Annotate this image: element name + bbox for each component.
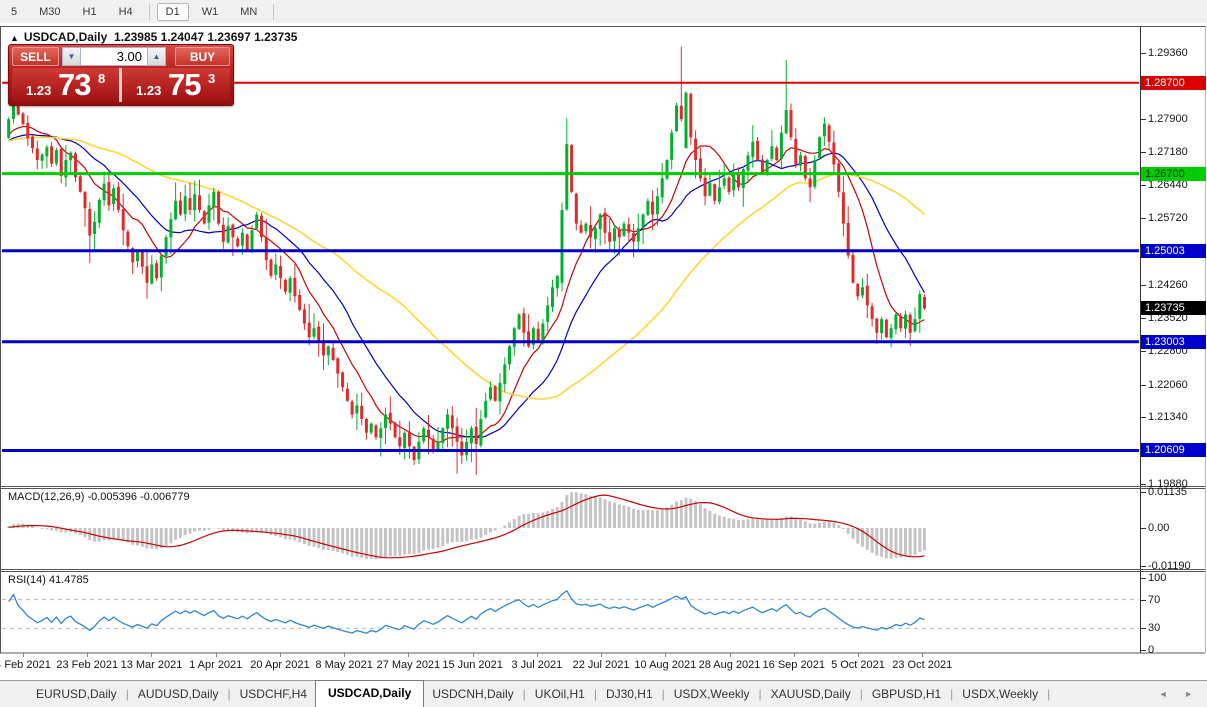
- tab-separator: |: [1046, 687, 1051, 707]
- volume-increase-button[interactable]: ▲: [147, 47, 166, 66]
- sell-price-prefix: 1.23: [26, 83, 51, 98]
- chart-title: ▲ USDCAD,Daily 1.23985 1.24047 1.23697 1.…: [10, 30, 297, 44]
- collapse-triangle-icon: ▲: [10, 33, 19, 43]
- chart-tab-bar: EURUSD,Daily| AUDUSD,Daily| USDCHF,H4 US…: [0, 680, 1207, 707]
- buy-price-prefix: 1.23: [136, 83, 161, 98]
- tab-eurusd-daily[interactable]: EURUSD,Daily: [28, 682, 125, 707]
- tab-scroll-left-icon[interactable]: ◄: [1159, 689, 1168, 699]
- tab-usdcnh-daily[interactable]: USDCNH,Daily: [424, 682, 521, 707]
- chart-ohlc-label: 1.23985 1.24047 1.23697 1.23735: [114, 30, 298, 44]
- timeframe-button-m30[interactable]: M30: [30, 3, 69, 21]
- buy-price-button[interactable]: 1.23 75 3: [122, 68, 230, 102]
- tab-usdchf-h4[interactable]: USDCHF,H4: [232, 682, 315, 707]
- timeframe-button-w1[interactable]: W1: [193, 3, 228, 21]
- tab-scroll-arrows: ◄ ►: [1145, 689, 1193, 707]
- tab-usdx-weekly-2[interactable]: USDX,Weekly: [954, 682, 1046, 707]
- one-click-trade-panel: SELL ▼ 3.00 ▲ BUY 1.23 73 8 1.23 75 3: [8, 44, 234, 106]
- volume-input[interactable]: 3.00: [81, 47, 147, 66]
- macd-indicator-label: MACD(12,26,9) -0.005396 -0.006779: [8, 491, 190, 503]
- timeframe-button-h4[interactable]: H4: [110, 3, 142, 21]
- tab-ukoil-h1[interactable]: UKOil,H1: [527, 682, 593, 707]
- toolbar-separator: [149, 4, 150, 20]
- buy-price-pip: 3: [208, 71, 215, 86]
- mt4-terminal: { "toolbar": {"timeframes": ["5","M30","…: [0, 0, 1207, 707]
- toolbar-separator: [273, 4, 274, 20]
- volume-stepper: ▼ 3.00 ▲: [62, 47, 166, 66]
- timeframe-button-h1[interactable]: H1: [74, 3, 106, 21]
- tab-scroll-right-icon[interactable]: ►: [1184, 689, 1193, 699]
- sell-price-pip: 8: [98, 71, 105, 86]
- tab-xauusd-daily[interactable]: XAUUSD,Daily: [763, 682, 859, 707]
- sell-button[interactable]: SELL: [12, 47, 59, 66]
- buy-price-main: 75: [168, 67, 200, 103]
- timeframe-button-mn[interactable]: MN: [231, 3, 266, 21]
- rsi-indicator-label: RSI(14) 41.4785: [8, 574, 89, 586]
- chart-symbol-label: USDCAD,Daily: [24, 30, 107, 44]
- volume-decrease-button[interactable]: ▼: [62, 47, 81, 66]
- tab-usdx-weekly[interactable]: USDX,Weekly: [666, 682, 758, 707]
- buy-button[interactable]: BUY: [175, 47, 230, 66]
- tab-dj30-h1[interactable]: DJ30,H1: [598, 682, 661, 707]
- timeframe-button-m5[interactable]: 5: [2, 3, 26, 21]
- timeframe-button-d1[interactable]: D1: [157, 3, 189, 21]
- chart-window[interactable]: [0, 23, 1207, 680]
- tab-gbpusd-h1[interactable]: GBPUSD,H1: [864, 682, 949, 707]
- tab-usdcad-daily[interactable]: USDCAD,Daily: [315, 680, 424, 707]
- sell-price-button[interactable]: 1.23 73 8: [12, 68, 119, 102]
- sell-price-main: 73: [58, 67, 90, 103]
- tab-audusd-daily[interactable]: AUDUSD,Daily: [130, 682, 227, 707]
- timeframe-toolbar: 5 M30 H1 H4 D1 W1 MN: [0, 0, 1207, 24]
